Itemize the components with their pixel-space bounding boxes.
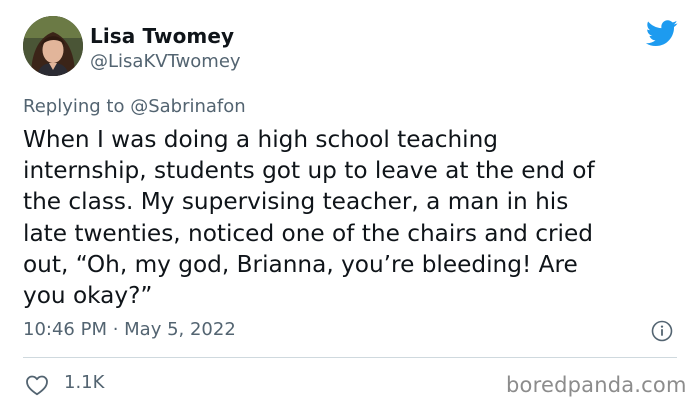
divider (23, 357, 677, 358)
heart-icon[interactable] (25, 374, 49, 396)
tweet-text-line: internship, students got up to leave at … (23, 157, 595, 185)
info-glyph (651, 320, 673, 342)
like-count: 1.1K (64, 372, 105, 393)
info-icon[interactable] (651, 320, 673, 342)
tweet-text-line: When I was doing a high school teaching (23, 126, 499, 153)
author-handle[interactable]: @LisaKVTwomey (90, 51, 241, 72)
author-avatar[interactable] (23, 16, 83, 76)
tweet-text-line: late twenties, noticed one of the chairs… (23, 219, 593, 247)
boredpanda-watermark: boredpanda.com (506, 373, 687, 397)
twitter-bird-icon[interactable] (646, 20, 678, 47)
replying-to: Replying to @Sabrinafon (23, 96, 246, 117)
tweet-text: When I was doing a high school teaching … (23, 124, 683, 311)
heart-glyph (26, 375, 48, 396)
tweet-text-line: the class. My supervising teacher, a man… (23, 188, 569, 216)
reply-to-handle-link[interactable]: @Sabrinafon (130, 96, 245, 117)
tweet-text-line: you okay?” (23, 282, 153, 310)
twitter-bird-glyph (646, 20, 678, 47)
author-display-name[interactable]: Lisa Twomey (90, 24, 234, 48)
avatar-photo (23, 16, 83, 76)
tweet-text-line: out, “Oh, my god, Brianna, you’re bleedi… (23, 250, 578, 278)
replying-to-prefix: Replying to (23, 96, 131, 117)
tweet-timestamp[interactable]: 10:46 PM · May 5, 2022 (23, 319, 236, 340)
